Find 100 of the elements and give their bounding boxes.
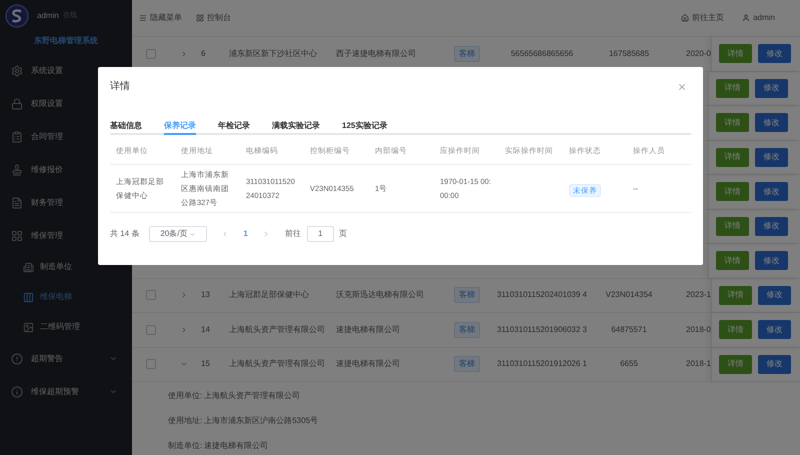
chevron-right-icon[interactable] [180,326,188,334]
table-cell-text: 浦东新区新下沙社区中心 [229,48,318,60]
page-number[interactable]: 1 [243,228,248,240]
goto-page-field[interactable]: 1 [306,226,334,242]
details-button[interactable]: 详情 [716,251,749,270]
building-icon [23,262,34,272]
edit-button[interactable]: 修改 [755,78,788,98]
edit-button[interactable]: 修改 [755,113,788,132]
elevator-type-tag: 客梯 [454,287,480,304]
table-cell: 2020-0 [686,48,711,60]
details-button[interactable]: 详情 [718,354,752,374]
image-icon [23,322,34,332]
dialog-tab[interactable]: 保养记录 [164,120,196,135]
edit-button[interactable]: 修改 [758,354,791,374]
table-cell: 2018-0 [686,324,711,336]
table-cell-text: 56565686865656 [510,48,574,60]
table-cell-text: 沃克斯迅达电梯有限公司 [336,289,425,302]
lock-icon [11,98,23,110]
grid-icon [196,14,204,22]
sidebar-item[interactable]: 超期警告 [0,342,132,375]
edit-button[interactable]: 修改 [755,148,788,167]
table-cell-text: 64875571 [610,324,648,336]
details-button[interactable]: 详情 [718,286,752,305]
table-cell-text: 3110310115201906032 3 [496,324,588,336]
goto-label: 前往 [284,228,301,240]
home-icon [681,14,690,22]
sidebar-item[interactable]: 维保超期预警 [0,375,132,408]
details-button[interactable]: 详情 [716,182,749,202]
row-checkbox[interactable] [146,359,156,370]
dialog-tab[interactable]: 年检记录 [218,120,250,135]
topbar-link[interactable]: admin [742,12,775,24]
table-cell-text: 14 [201,324,211,336]
grid-icon [11,230,23,242]
table-cell-text: 167585685 [608,48,650,60]
table-cell-text: 6 [201,48,206,60]
menu-icon [139,14,147,22]
row-checkbox[interactable] [146,48,156,59]
elevator-type-tag: 客梯 [454,356,480,372]
detail-value: 速捷电梯有限公司 [204,440,268,452]
edit-button[interactable]: 修改 [758,44,791,64]
total-count: 共 14 条 [110,228,140,240]
table-cell-text: 速捷电梯有限公司 [336,358,401,370]
document-icon [11,196,23,208]
detail-label: 制造单位: [168,440,202,452]
edit-button[interactable]: 修改 [755,216,788,236]
table-cell-text: 速捷电梯有限公司 [336,324,401,336]
edit-button[interactable]: 修改 [758,286,791,305]
table-cell-text: 15 [201,358,211,370]
edit-button[interactable]: 修改 [758,320,791,340]
columns-icon [23,292,34,302]
dialog-title: 详情 [110,80,130,94]
details-button[interactable]: 详情 [718,320,752,340]
table-cell-text: 6655 [619,358,639,370]
dialog-tab[interactable]: 基础信息 [110,120,142,135]
table-cell-text: V23N014354 [604,289,654,302]
table-cell: 2018-1 [686,358,711,370]
details-button[interactable]: 详情 [718,44,752,64]
details-button[interactable]: 详情 [716,216,749,236]
details-button[interactable]: 详情 [716,148,749,167]
detail-label: 使用单位: [168,390,202,402]
user-icon [742,14,750,22]
logo-icon [5,4,29,28]
table-cell-text: 3110310115201912026 1 [496,358,588,370]
row-checkbox[interactable] [146,324,156,335]
table-cell-text: 上海航头资产管理有限公司 [229,358,326,370]
topbar-link[interactable]: 隐藏菜单 [139,12,182,24]
edit-button[interactable]: 修改 [755,251,788,270]
details-button[interactable]: 详情 [716,78,749,98]
system-name: 东野电梯管理系统 [34,35,98,47]
caret-icon [189,230,196,238]
info-icon [11,386,23,398]
detail-label: 使用地址: [168,415,202,427]
table-cell-text: 西子速捷电梯有限公司 [336,48,417,60]
topbar-link[interactable]: 控制台 [196,12,231,24]
goto-suffix: 页 [338,228,347,240]
alert-icon [11,352,23,364]
details-button[interactable]: 详情 [716,113,749,132]
sidebar-subitem[interactable]: 制造单位 [0,252,132,282]
gear-icon [11,64,23,76]
table-cell-text: 上海冠郡足部保健中心 [229,289,310,302]
sidebar-subitem[interactable]: 维保电梯 [0,282,132,312]
chevron-right-icon[interactable] [180,50,188,58]
sidebar-subitem[interactable]: 二维码管理 [0,312,132,342]
detail-value: 上海航头资产管理有限公司 [204,390,300,402]
elevator-type-tag: 客梯 [454,322,480,338]
dialog-tab[interactable]: 125实验记录 [342,120,388,135]
table-cell-text: 3110310115202401039 4 [496,289,588,302]
table-cell-text: 13 [201,289,211,302]
page-size-select[interactable]: 20条/页 [149,226,208,242]
chevron-right-icon[interactable] [180,291,188,300]
table-cell-text: 上海航头资产管理有限公司 [229,324,326,336]
edit-button[interactable]: 修改 [755,182,788,202]
clipboard-icon [11,130,23,142]
close-icon[interactable] [677,82,687,92]
topbar-link[interactable]: 前往主页 [681,12,724,24]
row-checkbox[interactable] [146,290,156,300]
stamp-icon [11,164,23,176]
table-cell: 2023-1 [686,289,711,302]
detail-value: 上海市浦东新区沪南公路5305号 [204,415,318,427]
dialog-tab[interactable]: 满载实验记录 [272,120,320,135]
